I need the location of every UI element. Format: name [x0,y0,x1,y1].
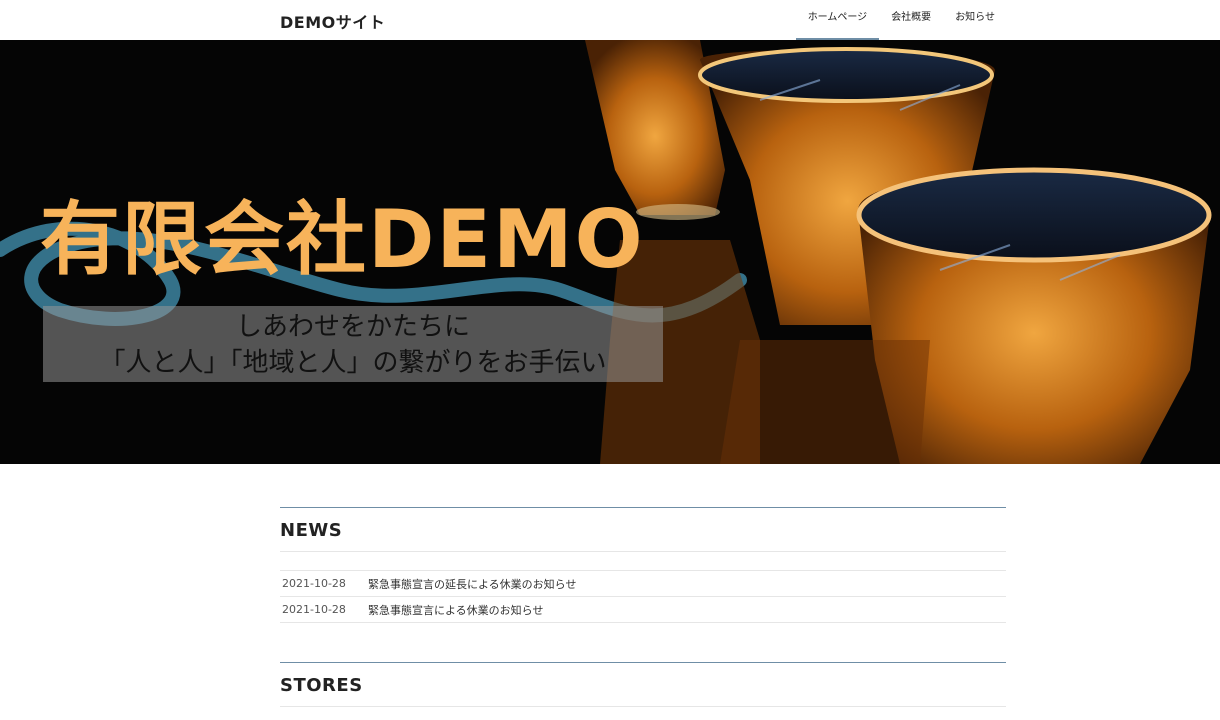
news-title-link[interactable]: 緊急事態宣言の延長による休業のお知らせ [368,576,576,592]
section-subdivider [280,706,1006,707]
news-list: 2021-10-28 緊急事態宣言の延長による休業のお知らせ 2021-10-2… [280,570,1006,623]
news-heading: NEWS [280,520,343,541]
section-subdivider [280,551,1006,552]
hero-banner: 有限会社DEMO しあわせをかたちに 「人と人」「地域と人」の繋がりをお手伝い [0,40,1220,464]
news-date: 2021-10-28 [282,577,346,590]
hero-title: 有限会社DEMO [40,193,645,286]
main-nav: ホームページ 会社概要 お知らせ [795,0,1007,40]
nav-item-company[interactable]: 会社概要 [879,0,943,40]
news-item[interactable]: 2021-10-28 緊急事態宣言による休業のお知らせ [280,597,1006,623]
tagline-line-2: 「人と人」「地域と人」の繋がりをお手伝い [99,348,607,378]
site-title[interactable]: DEMOサイト [280,9,385,33]
news-section: NEWS 2021-10-28 緊急事態宣言の延長による休業のお知らせ 2021… [280,507,1006,623]
site-header: DEMOサイト ホームページ 会社概要 お知らせ [0,0,1220,40]
stores-heading: STORES [280,675,363,696]
news-date: 2021-10-28 [282,603,346,616]
news-item[interactable]: 2021-10-28 緊急事態宣言の延長による休業のお知らせ [280,571,1006,597]
news-title-link[interactable]: 緊急事態宣言による休業のお知らせ [368,602,543,618]
stores-section: STORES [280,662,1006,707]
nav-item-news[interactable]: お知らせ [943,0,1007,40]
tagline-box: しあわせをかたちに 「人と人」「地域と人」の繋がりをお手伝い [43,306,663,382]
tagline-line-1: しあわせをかたちに [235,312,470,342]
nav-item-home[interactable]: ホームページ [795,0,880,40]
